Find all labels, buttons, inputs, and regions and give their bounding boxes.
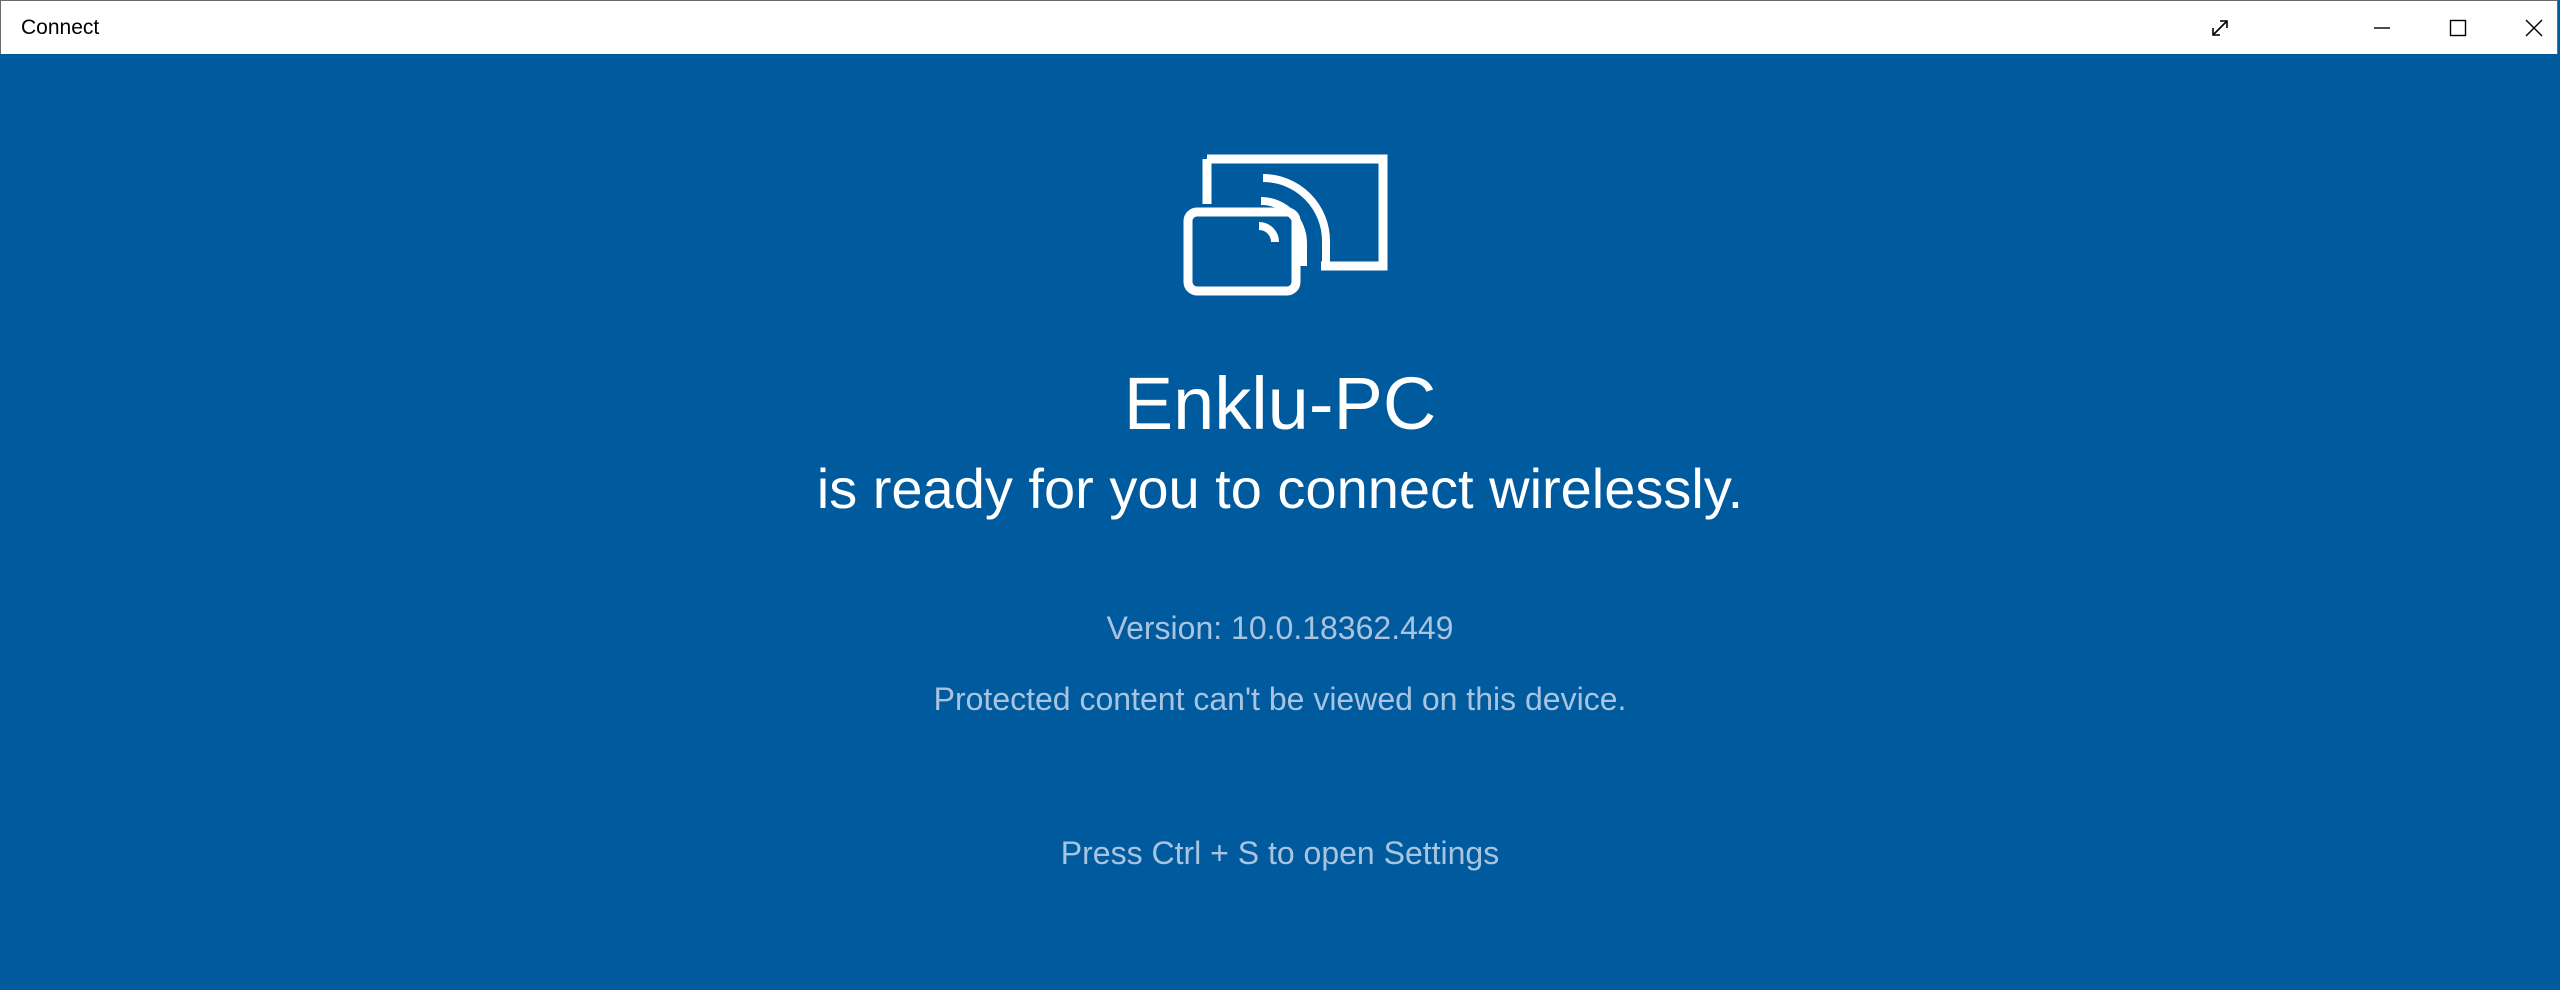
version-text: Version: 10.0.18362.449 [1106, 610, 1454, 646]
settings-hint: Press Ctrl + S to open Settings [1060, 835, 1500, 871]
close-button[interactable] [2496, 1, 2560, 55]
window-title: Connect [21, 16, 100, 39]
maximize-icon [2449, 19, 2467, 37]
title-bar[interactable]: Connect [0, 0, 2558, 54]
close-icon [2525, 19, 2543, 37]
connect-app-window: Connect Enklu-PC is ready for you to con… [0, 0, 2560, 990]
protected-content-notice: Protected content can't be viewed on thi… [933, 681, 1627, 717]
maximize-button[interactable] [2420, 1, 2496, 55]
ready-message: is ready for you to connect wirelessly. [816, 457, 1744, 520]
device-name: Enklu-PC [1123, 362, 1437, 445]
expand-icon [2212, 20, 2228, 36]
minimize-button[interactable] [2344, 1, 2420, 55]
minimize-icon [2374, 27, 2390, 29]
wireless-display-icon [1183, 154, 1388, 296]
main-content: Enklu-PC is ready for you to connect wir… [0, 54, 2560, 990]
fullscreen-button[interactable] [2182, 1, 2258, 55]
